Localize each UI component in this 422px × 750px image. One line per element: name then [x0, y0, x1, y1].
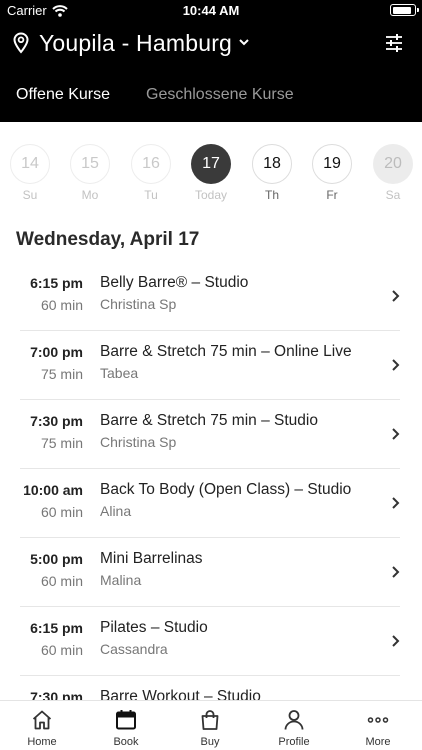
- class-row[interactable]: 7:00 pm 75 min Barre & Stretch 75 min – …: [0, 331, 422, 400]
- chevron-right-icon: [392, 359, 400, 371]
- class-row[interactable]: 6:15 pm 60 min Pilates – Studio Cassandr…: [0, 607, 422, 676]
- app-header: Carrier 10:44 AM Youpila - Hamburg Offen…: [0, 0, 422, 122]
- class-teacher: Malina: [100, 572, 142, 588]
- shopping-bag-icon: [201, 710, 219, 730]
- course-tabs: Offene Kurse Geschlossene Kurse: [0, 80, 422, 110]
- nav-label: More: [365, 736, 391, 748]
- class-list: 6:15 pm 60 min Belly Barre® – Studio Chr…: [0, 262, 422, 700]
- class-teacher: Christina Sp: [100, 296, 177, 312]
- class-title: Mini Barrelinas: [100, 550, 203, 567]
- nav-home[interactable]: Home: [0, 701, 84, 750]
- bottom-tab-bar: Home Book Buy Profile More: [0, 700, 422, 750]
- class-title: Pilates – Studio: [100, 619, 208, 636]
- home-icon: [32, 710, 52, 730]
- class-duration: 75 min: [40, 435, 83, 451]
- class-title: Belly Barre® – Studio: [100, 274, 249, 291]
- chevron-right-icon: [392, 290, 400, 302]
- more-dots-icon: [367, 717, 389, 723]
- nav-book[interactable]: Book: [84, 701, 168, 750]
- location-selector[interactable]: Youpila - Hamburg: [0, 28, 422, 58]
- class-teacher: Cassandra: [100, 641, 168, 657]
- class-row[interactable]: 5:00 pm 60 min Mini Barrelinas Malina: [0, 538, 422, 607]
- chevron-right-icon: [392, 497, 400, 509]
- chevron-right-icon: [392, 566, 400, 578]
- status-time: 10:44 AM: [182, 3, 240, 18]
- class-time: 5:00 pm: [30, 551, 83, 567]
- day-14[interactable]: 14 Su: [8, 144, 52, 202]
- status-bar: Carrier 10:44 AM: [0, 0, 422, 20]
- class-teacher: Christina Sp: [100, 434, 177, 450]
- day-number: 14: [10, 144, 50, 184]
- day-label: Fr: [326, 188, 338, 202]
- nav-label: Home: [27, 736, 57, 748]
- tab-closed-courses[interactable]: Geschlossene Kurse: [146, 86, 294, 104]
- class-teacher: Alina: [100, 503, 132, 519]
- class-time: 10:00 am: [23, 482, 83, 498]
- class-row[interactable]: 7:30 pm 75 min Barre & Stretch 75 min – …: [0, 400, 422, 469]
- nav-label: Book: [113, 736, 139, 748]
- class-row[interactable]: 6:15 pm 60 min Belly Barre® – Studio Chr…: [0, 262, 422, 331]
- day-label: Su: [22, 188, 38, 202]
- nav-label: Buy: [200, 736, 220, 748]
- class-title: Barre & Stretch 75 min – Studio: [100, 412, 318, 429]
- class-time: 7:30 pm: [30, 689, 83, 700]
- day-label: Today: [194, 188, 228, 202]
- location-pin-icon: [13, 32, 29, 54]
- calendar-icon: [116, 710, 136, 730]
- class-row[interactable]: 10:00 am 60 min Back To Body (Open Class…: [0, 469, 422, 538]
- class-duration: 75 min: [40, 366, 83, 382]
- chevron-down-icon[interactable]: [238, 37, 250, 47]
- day-number: 20: [373, 144, 413, 184]
- day-label: Th: [264, 188, 279, 202]
- day-number: 19: [312, 144, 352, 184]
- person-icon: [284, 710, 304, 730]
- class-title: Back To Body (Open Class) – Studio: [100, 481, 352, 498]
- day-19[interactable]: 19 Fr: [310, 144, 354, 202]
- day-17-today[interactable]: 17 Today: [189, 144, 233, 202]
- day-number: 17: [191, 144, 231, 184]
- class-teacher: Tabea: [100, 365, 139, 381]
- day-number: 18: [252, 144, 292, 184]
- nav-buy[interactable]: Buy: [168, 701, 252, 750]
- class-row[interactable]: 7:30 pm Barre Workout – Studio: [0, 676, 422, 700]
- day-number: 16: [131, 144, 171, 184]
- day-number: 15: [70, 144, 110, 184]
- day-label: Mo: [81, 188, 99, 202]
- class-time: 6:15 pm: [30, 620, 83, 636]
- class-duration: 60 min: [40, 573, 83, 589]
- day-picker: 14 Su 15 Mo 16 Tu 17 Today 18 Th 19 Fr 20 Sa: [0, 122, 422, 212]
- class-time: 6:15 pm: [30, 275, 83, 291]
- tab-open-courses[interactable]: Offene Kurse: [16, 86, 110, 104]
- class-time: 7:30 pm: [30, 413, 83, 429]
- nav-label: Profile: [278, 736, 310, 748]
- day-18[interactable]: 18 Th: [250, 144, 294, 202]
- class-duration: 60 min: [40, 297, 83, 313]
- chevron-right-icon: [392, 635, 400, 647]
- class-title: Barre Workout – Studio: [100, 688, 261, 700]
- day-15[interactable]: 15 Mo: [68, 144, 112, 202]
- day-label: Tu: [144, 188, 158, 202]
- day-20[interactable]: 20 Sa: [371, 144, 415, 202]
- class-title: Barre & Stretch 75 min – Online Live: [100, 343, 352, 360]
- class-duration: 60 min: [40, 642, 83, 658]
- location-title[interactable]: Youpila - Hamburg: [39, 28, 232, 58]
- battery-icon: [390, 4, 419, 16]
- class-time: 7:00 pm: [30, 344, 83, 360]
- nav-more[interactable]: More: [336, 701, 420, 750]
- day-label: Sa: [385, 188, 401, 202]
- day-16[interactable]: 16 Tu: [129, 144, 173, 202]
- chevron-right-icon: [392, 428, 400, 440]
- battery-fill: [392, 6, 411, 14]
- class-duration: 60 min: [40, 504, 83, 520]
- nav-profile[interactable]: Profile: [252, 701, 336, 750]
- date-heading: Wednesday, April 17: [16, 229, 200, 250]
- sliders-icon[interactable]: [384, 33, 404, 53]
